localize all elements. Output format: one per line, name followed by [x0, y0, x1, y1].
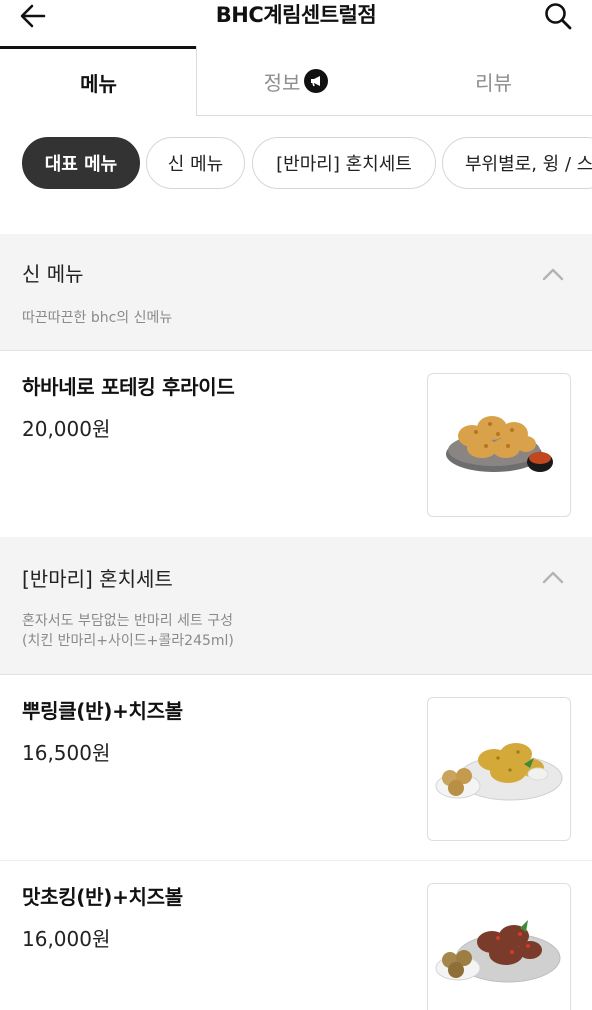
- chip-by-part[interactable]: 부위별로, 윙 / 스: [442, 137, 592, 189]
- search-icon: [545, 3, 572, 30]
- chip-half-set[interactable]: [반마리] 혼치세트: [252, 137, 436, 189]
- item-name: 뿌링클(반)+치즈볼: [22, 699, 183, 723]
- chevron-up-icon[interactable]: [542, 570, 564, 584]
- item-price: 16,000원: [22, 927, 111, 951]
- tab-menu[interactable]: 메뉴: [0, 46, 197, 116]
- tab-info[interactable]: 정보: [197, 46, 395, 116]
- main-tabs: 메뉴 정보 리뷰: [0, 46, 592, 116]
- section-new-menu[interactable]: 신 메뉴 따끈따끈한 bhc의 신메뉴: [0, 234, 592, 351]
- megaphone-icon: [304, 69, 329, 93]
- search-button[interactable]: [536, 0, 572, 32]
- item-price: 20,000원: [22, 417, 111, 441]
- section-half-set[interactable]: [반마리] 혼치세트 혼자서도 부담없는 반마리 세트 구성 (치킨 반마리+사…: [0, 537, 592, 675]
- fried-chicken-dish-icon: [427, 373, 571, 517]
- app-header: BHC계림센트럴점: [0, 0, 592, 46]
- section-title: 신 메뉴: [22, 262, 84, 286]
- item-name: 맛초킹(반)+치즈볼: [22, 885, 183, 909]
- item-price: 16,500원: [22, 741, 111, 765]
- tab-menu-label: 메뉴: [80, 72, 117, 96]
- chip-new-menu[interactable]: 신 메뉴: [146, 137, 245, 189]
- chicken-cheeseball-dish-icon: [427, 697, 571, 841]
- menu-item[interactable]: 맛초킹(반)+치즈볼 16,000원: [0, 861, 592, 1010]
- tab-review[interactable]: 리뷰: [395, 46, 592, 116]
- menu-item[interactable]: 하바네로 포테킹 후라이드 20,000원: [0, 351, 592, 537]
- spicy-chicken-cheeseball-dish-icon: [427, 883, 571, 1010]
- page-title: BHC계림센트럴점: [215, 3, 377, 27]
- section-description: 혼자서도 부담없는 반마리 세트 구성 (치킨 반마리+사이드+콜라245ml): [22, 613, 234, 649]
- tab-review-label: 리뷰: [475, 70, 512, 95]
- item-name: 하바네로 포테킹 후라이드: [22, 375, 235, 399]
- section-description: 따끈따끈한 bhc의 신메뉴: [22, 310, 173, 326]
- category-chip-bar: 대표 메뉴 신 메뉴 [반마리] 혼치세트 부위별로, 윙 / 스: [0, 137, 592, 189]
- tab-info-label: 정보: [263, 70, 301, 95]
- section-title: [반마리] 혼치세트: [22, 567, 173, 591]
- menu-item[interactable]: 뿌링클(반)+치즈볼 16,500원: [0, 675, 592, 861]
- chevron-up-icon[interactable]: [542, 267, 564, 281]
- chip-signature-menu[interactable]: 대표 메뉴: [22, 137, 140, 189]
